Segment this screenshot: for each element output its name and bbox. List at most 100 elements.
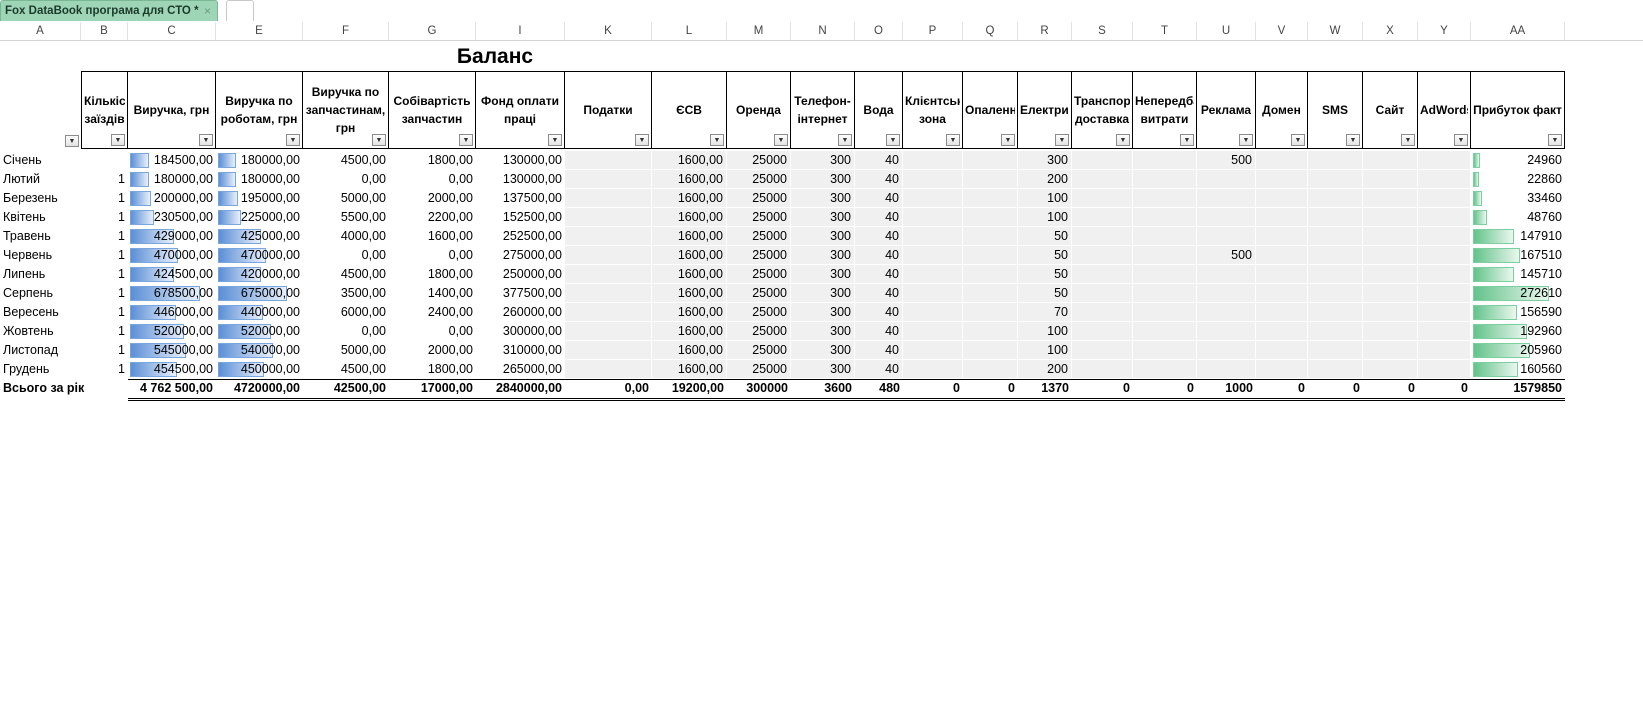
cell-unforeseen[interactable]: 0 bbox=[1133, 379, 1197, 398]
cell-client[interactable] bbox=[903, 208, 963, 227]
cell-profit[interactable]: 156590 bbox=[1471, 303, 1565, 322]
cell-profit[interactable]: 22860 bbox=[1471, 170, 1565, 189]
column-header-b[interactable]: B bbox=[81, 22, 128, 40]
cell-visits[interactable]: 1 bbox=[81, 189, 128, 208]
cell-client[interactable] bbox=[903, 265, 963, 284]
cell-visits[interactable]: 1 bbox=[81, 341, 128, 360]
column-header-a[interactable]: A bbox=[0, 22, 81, 40]
cell-month[interactable]: Всього за рік bbox=[0, 379, 84, 398]
filter-dropdown-icon[interactable]: ▼ bbox=[1548, 134, 1562, 146]
filter-dropdown-icon[interactable]: ▼ bbox=[1001, 134, 1015, 146]
cell-heat[interactable] bbox=[963, 170, 1018, 189]
filter-dropdown-icon[interactable]: ▼ bbox=[1116, 134, 1130, 146]
column-header-u[interactable]: U bbox=[1197, 22, 1256, 40]
cell-water[interactable]: 40 bbox=[855, 151, 903, 170]
cell-client[interactable] bbox=[903, 246, 963, 265]
column-header-r[interactable]: R bbox=[1018, 22, 1072, 40]
cell-profit[interactable]: 147910 bbox=[1471, 227, 1565, 246]
column-header-y[interactable]: Y bbox=[1418, 22, 1471, 40]
cell-rent[interactable]: 25000 bbox=[727, 284, 791, 303]
cell-taxes[interactable] bbox=[565, 303, 652, 322]
cell-payroll[interactable]: 275000,00 bbox=[476, 246, 565, 265]
cell-domain[interactable] bbox=[1256, 151, 1308, 170]
cell-adwords[interactable] bbox=[1418, 360, 1471, 379]
cell-month[interactable]: Квітень bbox=[0, 208, 81, 227]
cell-heat[interactable] bbox=[963, 227, 1018, 246]
cell-revenue[interactable]: 429000,00 bbox=[128, 227, 216, 246]
cell-revenue[interactable]: 454500,00 bbox=[128, 360, 216, 379]
cell-phone[interactable]: 300 bbox=[791, 303, 855, 322]
cell-revenue[interactable]: 180000,00 bbox=[128, 170, 216, 189]
filter-dropdown-icon[interactable]: ▼ bbox=[635, 134, 649, 146]
cell-ads[interactable]: 500 bbox=[1197, 151, 1256, 170]
cell-rent[interactable]: 25000 bbox=[727, 227, 791, 246]
cell-client[interactable] bbox=[903, 284, 963, 303]
cell-client[interactable] bbox=[903, 151, 963, 170]
cell-profit[interactable]: 205960 bbox=[1471, 341, 1565, 360]
cell-payroll[interactable]: 310000,00 bbox=[476, 341, 565, 360]
cell-rent[interactable]: 25000 bbox=[727, 246, 791, 265]
cell-visits[interactable] bbox=[81, 379, 128, 398]
cell-taxes[interactable] bbox=[565, 208, 652, 227]
column-header-c[interactable]: C bbox=[128, 22, 216, 40]
cell-profit[interactable]: 145710 bbox=[1471, 265, 1565, 284]
cell-rev_work[interactable]: 440000,00 bbox=[216, 303, 303, 322]
cell-unforeseen[interactable] bbox=[1133, 284, 1197, 303]
cell-visits[interactable]: 1 bbox=[81, 303, 128, 322]
cell-site[interactable] bbox=[1363, 189, 1418, 208]
cell-visits[interactable]: 1 bbox=[81, 227, 128, 246]
cell-rent[interactable]: 25000 bbox=[727, 189, 791, 208]
cell-site[interactable] bbox=[1363, 360, 1418, 379]
cell-rev_work[interactable]: 470000,00 bbox=[216, 246, 303, 265]
cell-payroll[interactable]: 265000,00 bbox=[476, 360, 565, 379]
cell-profit[interactable]: 48760 bbox=[1471, 208, 1565, 227]
cell-taxes[interactable] bbox=[565, 227, 652, 246]
column-header-w[interactable]: W bbox=[1308, 22, 1363, 40]
cell-rent[interactable]: 25000 bbox=[727, 170, 791, 189]
cell-ads[interactable] bbox=[1197, 303, 1256, 322]
cell-elec[interactable]: 200 bbox=[1018, 170, 1072, 189]
cell-unforeseen[interactable] bbox=[1133, 360, 1197, 379]
cell-ads[interactable] bbox=[1197, 208, 1256, 227]
cell-client[interactable] bbox=[903, 303, 963, 322]
cell-esv[interactable]: 1600,00 bbox=[652, 227, 727, 246]
cell-site[interactable] bbox=[1363, 227, 1418, 246]
cell-payroll[interactable]: 2840000,00 bbox=[476, 379, 565, 398]
cell-month[interactable]: Липень bbox=[0, 265, 81, 284]
cell-rent[interactable]: 25000 bbox=[727, 303, 791, 322]
cell-rev_work[interactable]: 675000,00 bbox=[216, 284, 303, 303]
filter-dropdown-icon[interactable]: ▼ bbox=[710, 134, 724, 146]
filter-dropdown-icon[interactable]: ▼ bbox=[1346, 134, 1360, 146]
cell-visits[interactable] bbox=[81, 151, 128, 170]
cell-esv[interactable]: 1600,00 bbox=[652, 284, 727, 303]
cell-adwords[interactable] bbox=[1418, 151, 1471, 170]
cell-ads[interactable] bbox=[1197, 170, 1256, 189]
cell-visits[interactable]: 1 bbox=[81, 360, 128, 379]
cell-revenue[interactable]: 678500,00 bbox=[128, 284, 216, 303]
cell-adwords[interactable] bbox=[1418, 322, 1471, 341]
cell-domain[interactable]: 0 bbox=[1256, 379, 1308, 398]
cell-visits[interactable]: 1 bbox=[81, 322, 128, 341]
cell-taxes[interactable] bbox=[565, 189, 652, 208]
cell-payroll[interactable]: 377500,00 bbox=[476, 284, 565, 303]
cell-water[interactable]: 40 bbox=[855, 265, 903, 284]
cell-parts_cost[interactable]: 2400,00 bbox=[389, 303, 476, 322]
filter-dropdown-icon[interactable]: ▼ bbox=[372, 134, 386, 146]
cell-adwords[interactable] bbox=[1418, 303, 1471, 322]
cell-sms[interactable] bbox=[1308, 322, 1363, 341]
cell-unforeseen[interactable] bbox=[1133, 151, 1197, 170]
cell-parts_cost[interactable]: 2000,00 bbox=[389, 341, 476, 360]
cell-rent[interactable]: 300000 bbox=[727, 379, 791, 398]
workbook-tab[interactable]: Fox DataBook програма для СТО * × bbox=[0, 0, 218, 21]
cell-site[interactable] bbox=[1363, 151, 1418, 170]
cell-heat[interactable] bbox=[963, 189, 1018, 208]
cell-sms[interactable] bbox=[1308, 246, 1363, 265]
cell-unforeseen[interactable] bbox=[1133, 322, 1197, 341]
cell-rev_work[interactable]: 225000,00 bbox=[216, 208, 303, 227]
cell-month[interactable]: Травень bbox=[0, 227, 81, 246]
cell-adwords[interactable] bbox=[1418, 170, 1471, 189]
cell-adwords[interactable] bbox=[1418, 265, 1471, 284]
cell-parts_cost[interactable]: 17000,00 bbox=[389, 379, 476, 398]
column-header-n[interactable]: N bbox=[791, 22, 855, 40]
cell-parts_cost[interactable]: 1800,00 bbox=[389, 265, 476, 284]
